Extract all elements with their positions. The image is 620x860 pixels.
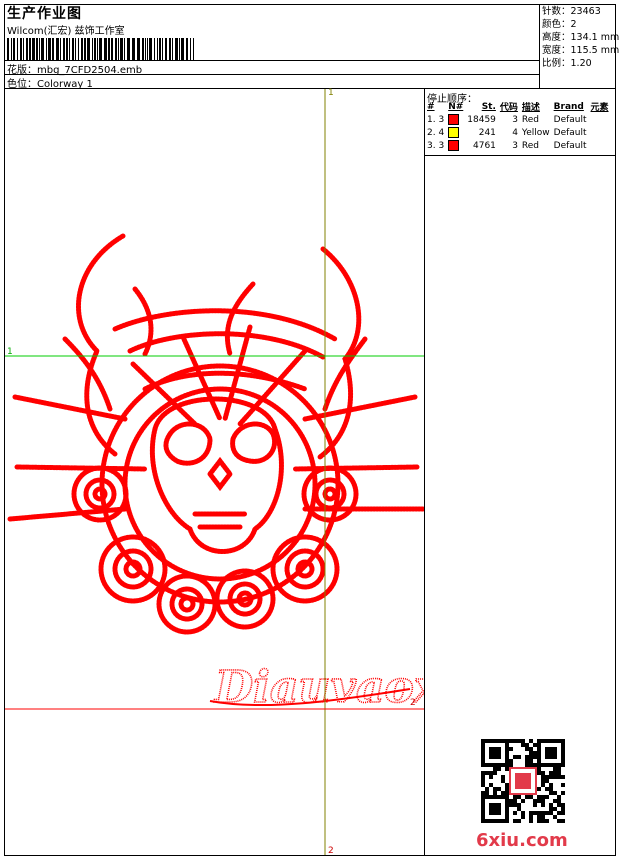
cell-code: 4 — [512, 127, 518, 138]
cell-desc: Red — [521, 114, 540, 125]
col-stitches: St. — [481, 101, 496, 112]
panel-divider — [424, 88, 425, 856]
table-row: 2. 4 241 4 Yellow Default — [425, 126, 611, 139]
rose-right-top — [301, 465, 359, 523]
cell-brand: Default — [553, 127, 587, 138]
col-desc: 描述 — [521, 103, 540, 113]
guide-v-bottom-label: 2 — [328, 846, 334, 856]
stops-divider — [424, 155, 616, 156]
stats-divider — [539, 4, 540, 88]
stop-sequence-table: # N# St. 代码 描述 Brand 元素 1. 3 18459 3 Red Def… — [425, 100, 611, 152]
guide-h-left-label: 1 — [7, 347, 13, 357]
cell-element — [589, 113, 611, 126]
colorway-divider — [4, 74, 540, 75]
cell-brand: Default — [553, 114, 587, 125]
embroidery-design — [7, 233, 424, 635]
cell-swatch — [446, 139, 465, 152]
stat-width: 宽度：115.5 mm — [542, 45, 620, 56]
table-header-row: # N# St. 代码 描述 Brand 元素 — [425, 100, 611, 114]
stat-scale: 比例：1.20 — [542, 58, 592, 69]
cell-stitches: 241 — [478, 127, 496, 138]
rose-left-mid — [98, 534, 168, 604]
cell-code: 3 — [512, 114, 518, 125]
cell-seq: 3. 3 — [427, 140, 445, 151]
cell-element — [589, 126, 611, 139]
col-seq: # — [427, 101, 435, 112]
col-brand: Brand — [553, 101, 584, 112]
cell-swatch — [446, 113, 465, 126]
color-swatch — [448, 127, 460, 138]
barcode-image — [7, 38, 194, 60]
guide-h-right-label: 2 — [410, 698, 416, 708]
cell-stitches: 4761 — [473, 140, 496, 151]
stat-stitches: 针数：23463 — [542, 6, 601, 17]
stat-height: 高度：134.1 mm — [542, 32, 620, 43]
qr-code-image — [480, 738, 566, 824]
cell-seq: 2. 4 — [427, 127, 445, 138]
table-row: 3. 3 4761 3 Red Default — [425, 139, 611, 152]
col-element: 元素 — [590, 103, 609, 113]
design-canvas: Diauvaox — [5, 89, 424, 855]
stat-colors: 颜色：2 — [542, 19, 577, 30]
color-swatch — [448, 114, 460, 125]
guide-v-top-label: 1 — [328, 88, 334, 98]
cell-code: 3 — [512, 140, 518, 151]
cell-desc: Yellow — [521, 127, 550, 138]
vendor-name: Wilcom(汇宏) 兹饰工作室 — [7, 26, 125, 37]
cell-swatch — [446, 126, 465, 139]
watermark-logo: 6xiu.com — [476, 830, 568, 851]
cell-element — [589, 139, 611, 152]
cell-brand: Default — [553, 140, 587, 151]
design-divider — [4, 60, 540, 61]
page-title: 生产作业图 — [7, 6, 82, 22]
table-row: 1. 3 18459 3 Red Default — [425, 113, 611, 126]
col-needle: N# — [448, 101, 464, 112]
stats-panel: 针数：23463 颜色：2 高度：134.1 mm 宽度：115.5 mm 比例… — [542, 5, 619, 70]
col-code: 代码 — [499, 103, 518, 113]
cell-seq: 1. 3 — [427, 114, 445, 125]
color-swatch — [448, 140, 460, 151]
cell-stitches: 18459 — [467, 114, 496, 125]
cell-desc: Red — [521, 140, 540, 151]
rose-left-bottom — [156, 573, 218, 635]
